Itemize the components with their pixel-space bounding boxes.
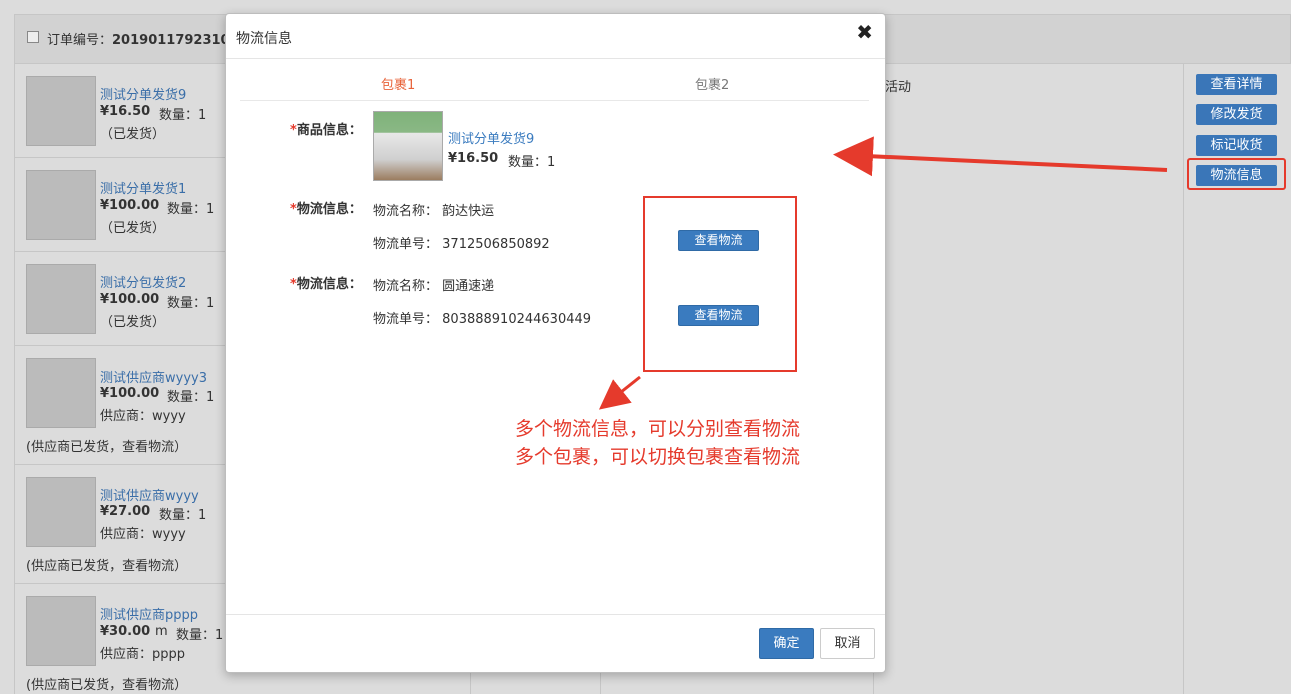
product-supplier: 供应商：wyyy: [100, 409, 186, 424]
product-name[interactable]: 测试供应商pppp: [100, 604, 198, 623]
product-price: ¥100.00: [100, 292, 160, 307]
annotation-line-2: 多个包裹，可以切换包裹查看物流: [515, 446, 801, 468]
mark-received-button[interactable]: 标记收货: [1196, 135, 1277, 156]
product-thumbnail[interactable]: [26, 76, 96, 146]
close-icon[interactable]: ✖: [856, 20, 873, 44]
product-status: （已发货）: [100, 315, 166, 330]
supplier-shipped-note[interactable]: (供应商已发货，查看物流）: [26, 436, 187, 455]
modal-title: 物流信息: [236, 31, 292, 47]
product-status: （已发货）: [100, 221, 166, 236]
annotation-highlight-box: [643, 196, 797, 372]
logistics-company: 物流名称： 圆通速递: [373, 279, 495, 294]
tab-divider: [240, 100, 869, 101]
product-name[interactable]: 测试分包发货2: [100, 272, 186, 291]
product-name[interactable]: 测试供应商wyyy3: [100, 367, 207, 386]
product-thumbnail[interactable]: [26, 596, 96, 666]
product-supplier: 供应商：wyyy: [100, 527, 186, 542]
product-price: ¥16.50: [100, 104, 151, 119]
product-price: ¥100.00: [100, 386, 160, 401]
product-qty: 数量：1: [167, 390, 215, 405]
product-price: ¥100.00: [100, 198, 160, 213]
product-name[interactable]: 测试分单发货1: [100, 178, 186, 197]
order-number: 订单编号：20190117923105: [47, 33, 239, 48]
order-checkbox[interactable]: [27, 31, 39, 43]
logistics-number: 物流单号： 3712506850892: [373, 237, 550, 252]
modal-footer-divider: [226, 614, 885, 615]
goods-price: ¥16.50: [448, 151, 499, 166]
activity-text: 活动: [885, 80, 912, 95]
annotation-text: 多个物流信息，可以分别查看物流 多个包裹，可以切换包裹查看物流: [515, 415, 800, 471]
product-name[interactable]: 测试分单发货9: [100, 84, 186, 103]
product-qty: 数量：1: [176, 628, 224, 643]
product-price: ¥30.00: [100, 624, 151, 639]
goods-thumbnail[interactable]: [373, 111, 443, 181]
view-details-button[interactable]: 查看详情: [1196, 74, 1277, 95]
product-supplier: 供应商：pppp: [100, 647, 186, 662]
product-price: ¥27.00: [100, 504, 151, 519]
supplier-shipped-note[interactable]: (供应商已发货，查看物流）: [26, 555, 187, 574]
confirm-button[interactable]: 确定: [759, 628, 814, 659]
logistics-number: 物流单号： 803888910244630449: [373, 312, 592, 327]
tab-package-2[interactable]: 包裹2: [695, 74, 729, 93]
logistics-info-label: *物流信息：: [290, 202, 362, 217]
cancel-button[interactable]: 取消: [820, 628, 875, 659]
goods-name[interactable]: 测试分单发货9: [448, 128, 534, 147]
logistics-button-highlight: [1187, 158, 1286, 190]
order-column-4: [873, 64, 1183, 694]
goods-info-label: *商品信息：: [290, 123, 362, 138]
product-unit: m: [155, 624, 168, 639]
supplier-shipped-note[interactable]: (供应商已发货，查看物流）: [26, 674, 187, 693]
product-qty: 数量：1: [159, 108, 207, 123]
goods-qty: 数量：1: [508, 155, 556, 170]
product-thumbnail[interactable]: [26, 477, 96, 547]
product-qty: 数量：1: [167, 202, 215, 217]
logistics-info-label: *物流信息：: [290, 277, 362, 292]
product-qty: 数量：1: [159, 508, 207, 523]
modal-divider: [226, 58, 885, 59]
product-status: （已发货）: [100, 127, 166, 142]
product-name[interactable]: 测试供应商wyyy: [100, 485, 199, 504]
logistics-company: 物流名称： 韵达快运: [373, 204, 495, 219]
modify-shipment-button[interactable]: 修改发货: [1196, 104, 1277, 125]
tab-package-1[interactable]: 包裹1: [381, 74, 415, 93]
product-thumbnail[interactable]: [26, 264, 96, 334]
product-qty: 数量：1: [167, 296, 215, 311]
product-thumbnail[interactable]: [26, 358, 96, 428]
product-thumbnail[interactable]: [26, 170, 96, 240]
annotation-line-1: 多个物流信息，可以分别查看物流: [515, 418, 801, 440]
